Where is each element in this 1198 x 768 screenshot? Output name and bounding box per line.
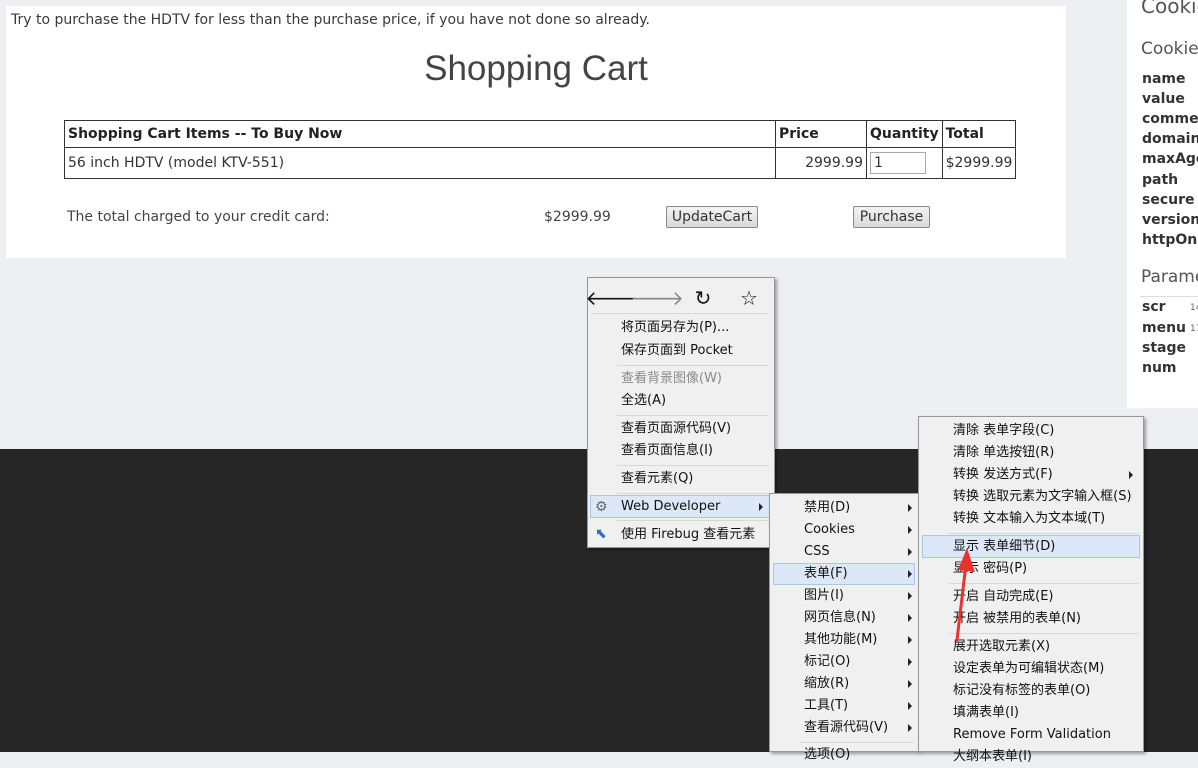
forms-item-clear-radio[interactable]: 清除 单选按钮(R) bbox=[953, 442, 1054, 464]
menu-item-inspect-element[interactable]: 查看元素(Q) bbox=[621, 468, 693, 490]
submenu-arrow-icon bbox=[1129, 471, 1133, 479]
menu-separator bbox=[617, 415, 769, 416]
cookie-field: maxAge bbox=[1142, 151, 1198, 167]
cookie-field: path bbox=[1142, 172, 1179, 188]
forms-item-populate[interactable]: 填满表单(I) bbox=[953, 702, 1019, 724]
cookie-panel-title: Cookie bbox=[1141, 0, 1198, 18]
forms-item-convert-method[interactable]: 转换 发送方式(F) bbox=[953, 464, 1053, 486]
submenu-item-disable[interactable]: 禁用(D) bbox=[804, 497, 850, 519]
update-cart-button[interactable]: UpdateCart bbox=[666, 206, 758, 228]
forms-item-make-editable[interactable]: 设定表单为可编辑状态(M) bbox=[953, 658, 1104, 680]
cookie-heading: Cookie bbox=[1141, 39, 1198, 59]
submenu-arrow-icon bbox=[908, 680, 912, 688]
menu-item-view-page-info[interactable]: 查看页面信息(I) bbox=[621, 440, 713, 462]
params-heading: Parame bbox=[1141, 267, 1198, 287]
cookie-field: comment bbox=[1142, 111, 1198, 127]
menu-separator bbox=[617, 465, 769, 466]
submenu-item-images[interactable]: 图片(I) bbox=[804, 585, 844, 607]
submenu-item-cookies[interactable]: Cookies bbox=[804, 519, 855, 541]
quantity-cell bbox=[866, 147, 943, 179]
total-value: $2999.99 bbox=[544, 209, 611, 225]
submenu-arrow-icon bbox=[908, 724, 912, 732]
submenu-item-view-source[interactable]: 查看源代码(V) bbox=[804, 717, 888, 739]
cookie-field: name bbox=[1142, 71, 1186, 87]
menu-separator bbox=[617, 520, 769, 521]
annotation-arrow bbox=[955, 548, 975, 642]
cookie-field: secure bbox=[1142, 192, 1195, 208]
submenu-item-options[interactable]: 选项(O) bbox=[804, 744, 850, 766]
context-menu-items: 将页面另存为(P)... 保存页面到 Pocket 查看背景图像(W) 全选(A… bbox=[587, 277, 775, 548]
submenu-item-resize[interactable]: 缩放(R) bbox=[804, 673, 849, 695]
submenu-item-forms[interactable]: 表单(F) bbox=[804, 563, 848, 585]
submenu-arrow-icon bbox=[908, 614, 912, 622]
submenu-arrow-icon bbox=[908, 504, 912, 512]
forms-item-outline-forms[interactable]: 大纲本表单(I) bbox=[953, 746, 1032, 768]
menu-item-save-to-pocket[interactable]: 保存页面到 Pocket bbox=[621, 340, 733, 362]
param-field: scr bbox=[1142, 299, 1166, 315]
purchase-button[interactable]: Purchase bbox=[853, 206, 930, 228]
submenu-arrow-icon bbox=[908, 548, 912, 556]
submenu-arrow-icon bbox=[908, 702, 912, 710]
gear-icon: ⚙ bbox=[595, 499, 608, 515]
quantity-input[interactable] bbox=[870, 152, 926, 174]
menu-item-firebug-inspect[interactable]: 使用 Firebug 查看元素 bbox=[621, 524, 755, 546]
submenu-arrow-icon bbox=[908, 526, 912, 534]
menu-separator bbox=[617, 365, 769, 366]
forms-item-clear-fields[interactable]: 清除 表单字段(C) bbox=[953, 420, 1054, 442]
submenu-item-css[interactable]: CSS bbox=[804, 541, 830, 563]
menu-separator bbox=[591, 313, 769, 314]
menu-separator bbox=[617, 493, 769, 494]
submenu-arrow-icon bbox=[908, 570, 912, 578]
table-header-row: Shopping Cart Items -- To Buy Now Price … bbox=[64, 120, 1017, 148]
shopping-cart-card: Try to purchase the HDTV for less than t… bbox=[6, 6, 1066, 258]
forms-item-remove-validation[interactable]: Remove Form Validation bbox=[953, 724, 1111, 746]
submenu-arrow-icon bbox=[908, 658, 912, 666]
cookie-side-panel: Cookie Cookie name value comment domain … bbox=[1127, 0, 1198, 408]
cookie-field: domain bbox=[1142, 131, 1198, 147]
param-value: 14 bbox=[1190, 303, 1198, 313]
menu-item-save-page-as[interactable]: 将页面另存为(P)... bbox=[621, 317, 729, 339]
forms-item-convert-select[interactable]: 转换 选取元素为文字输入框(S) bbox=[953, 486, 1132, 508]
column-header-total: Total bbox=[941, 120, 1017, 148]
param-value: 17 bbox=[1190, 324, 1198, 334]
firebug-inspect-icon: ⬉ bbox=[595, 526, 607, 542]
submenu-arrow-icon bbox=[908, 636, 912, 644]
cookie-field: value bbox=[1142, 91, 1185, 107]
submenu-arrow-icon bbox=[908, 592, 912, 600]
menu-separator bbox=[800, 742, 914, 743]
menu-item-view-page-source[interactable]: 查看页面源代码(V) bbox=[621, 418, 731, 440]
menu-item-select-all[interactable]: 全选(A) bbox=[621, 390, 666, 412]
submenu-item-page-info[interactable]: 网页信息(N) bbox=[804, 607, 876, 629]
submenu-item-misc[interactable]: 其他功能(M) bbox=[804, 629, 877, 651]
item-total: $2999.99 bbox=[941, 147, 1017, 179]
menu-item-view-background-image: 查看背景图像(W) bbox=[621, 371, 722, 386]
cookie-field: version bbox=[1142, 212, 1198, 228]
column-header-quantity: Quantity bbox=[866, 120, 943, 148]
params-divider bbox=[1140, 296, 1198, 297]
item-price: 2999.99 bbox=[775, 147, 867, 179]
param-field: menu bbox=[1142, 320, 1187, 336]
table-row: 56 inch HDTV (model KTV-551) 2999.99 $29… bbox=[64, 147, 1017, 179]
column-header-price: Price bbox=[775, 120, 867, 148]
menu-separator bbox=[949, 533, 1139, 534]
submenu-arrow-icon bbox=[759, 503, 763, 511]
submenu-item-tools[interactable]: 工具(T) bbox=[804, 695, 848, 717]
forms-item-convert-textarea[interactable]: 转换 文本输入为文本域(T) bbox=[953, 508, 1105, 530]
forms-item-mark-unlabeled[interactable]: 标记没有标签的表单(O) bbox=[953, 680, 1090, 702]
param-field: stage bbox=[1142, 340, 1186, 356]
submenu-item-outline[interactable]: 标记(O) bbox=[804, 651, 850, 673]
item-name: 56 inch HDTV (model KTV-551) bbox=[64, 147, 776, 179]
web-developer-submenu: 禁用(D) Cookies CSS 表单(F) 图片(I) 网页信息(N) 其他… bbox=[769, 493, 919, 762]
instructions-text: Try to purchase the HDTV for less than t… bbox=[11, 12, 650, 28]
menu-item-web-developer[interactable]: Web Developer bbox=[621, 496, 720, 518]
column-header-items: Shopping Cart Items -- To Buy Now bbox=[64, 120, 776, 148]
page-title: Shopping Cart bbox=[424, 49, 648, 88]
total-label: The total charged to your credit card: bbox=[67, 209, 330, 225]
cart-table: Shopping Cart Items -- To Buy Now Price … bbox=[64, 120, 1017, 179]
param-field: num bbox=[1142, 360, 1177, 376]
cookie-field: httpOnly bbox=[1142, 232, 1198, 248]
